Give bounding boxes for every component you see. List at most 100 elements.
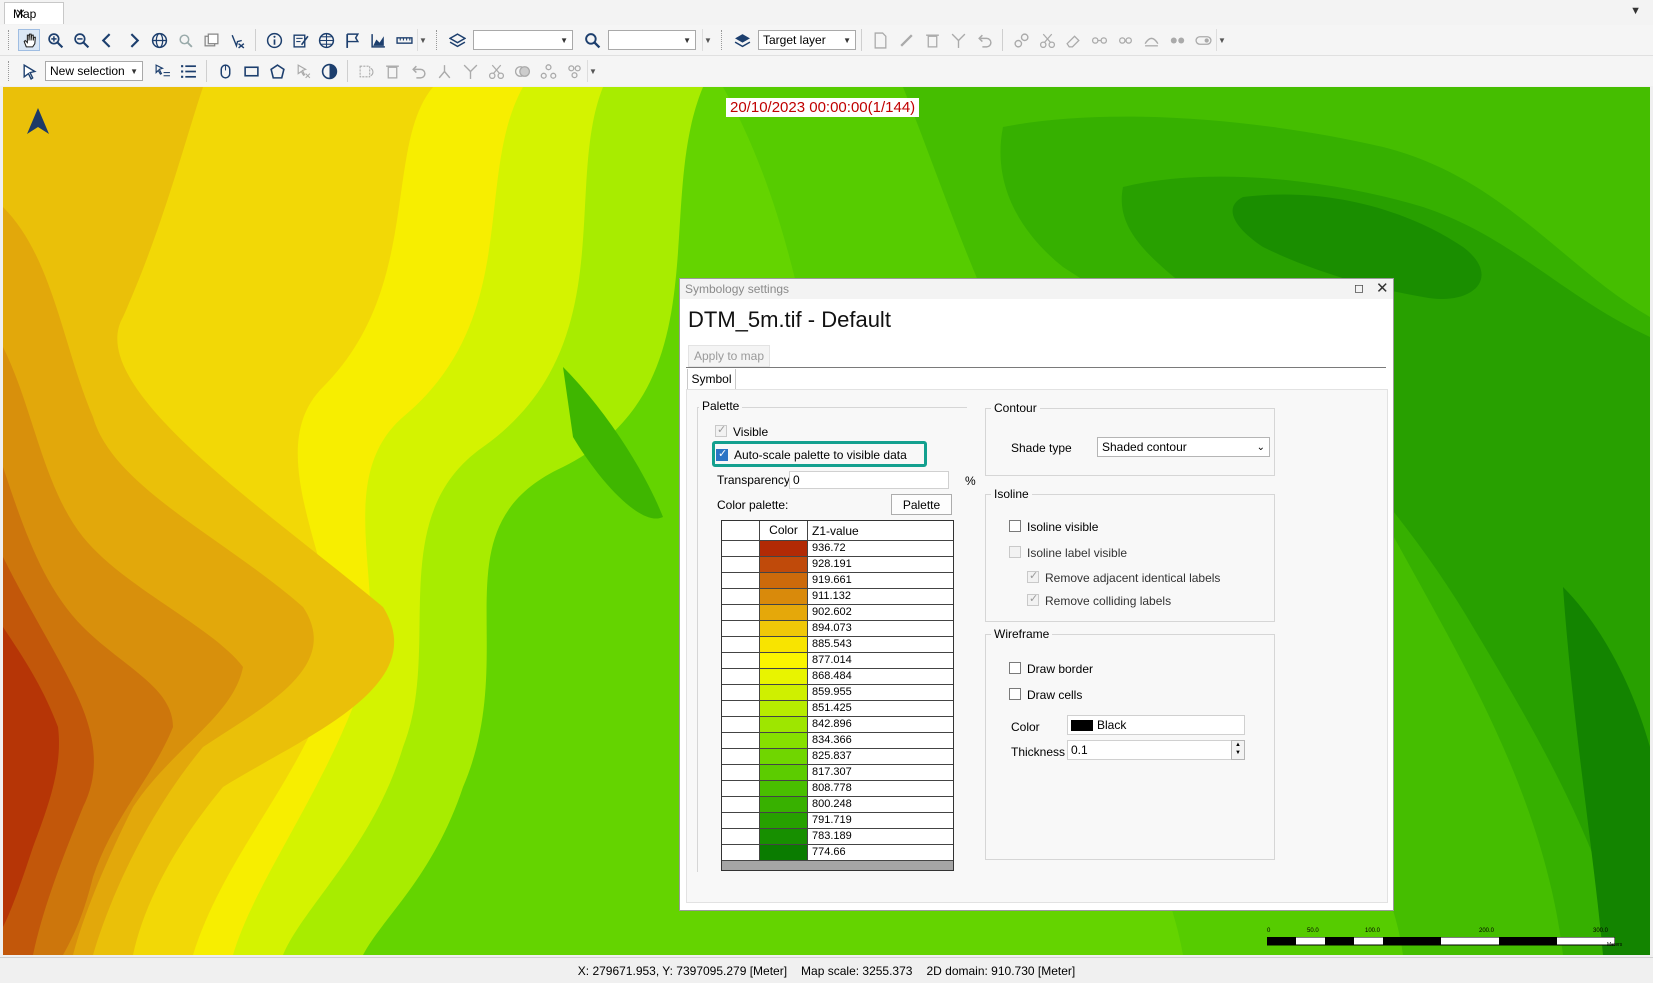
toolbar-grip[interactable]: [8, 30, 12, 50]
palette-row[interactable]: 817.307: [722, 765, 953, 781]
maximize-icon[interactable]: ◻: [1354, 281, 1364, 295]
undo-selection-icon[interactable]: [407, 60, 429, 82]
vertex-add-icon[interactable]: [1114, 29, 1136, 51]
cut-selection-icon[interactable]: [485, 60, 507, 82]
grid-globe-icon[interactable]: [315, 29, 337, 51]
palette-z-value[interactable]: 851.425: [812, 702, 852, 714]
palette-z-value[interactable]: 808.778: [812, 782, 852, 794]
palette-color-swatch[interactable]: [760, 733, 808, 748]
palette-color-swatch[interactable]: [760, 589, 808, 604]
select-arrow-icon[interactable]: [18, 60, 40, 82]
palette-color-swatch[interactable]: [760, 845, 808, 860]
chevron-down-icon[interactable]: ▼: [1630, 5, 1641, 17]
curve-icon[interactable]: [1140, 29, 1162, 51]
zoom-out-icon[interactable]: [70, 29, 92, 51]
palette-z-value[interactable]: 911.132: [812, 590, 851, 602]
palette-row[interactable]: 877.014: [722, 653, 953, 669]
toolbar-overflow-icon[interactable]: ▼: [417, 29, 428, 51]
palette-z-value[interactable]: 859.955: [812, 686, 852, 698]
thickness-spinner[interactable]: ▲ ▼: [1231, 740, 1245, 760]
palette-z-value[interactable]: 885.543: [812, 638, 852, 650]
palette-row[interactable]: 894.073: [722, 621, 953, 637]
palette-row[interactable]: 868.484: [722, 669, 953, 685]
palette-color-swatch[interactable]: [760, 621, 808, 636]
palette-z-value[interactable]: 919.661: [812, 574, 852, 586]
draw-cells-checkbox[interactable]: [1009, 688, 1021, 700]
palette-color-swatch[interactable]: [760, 557, 808, 572]
remove-colliding-checkbox[interactable]: ✓: [1027, 593, 1039, 606]
palette-z-value[interactable]: 791.719: [812, 814, 852, 826]
palette-button[interactable]: Palette: [891, 494, 952, 515]
layers-icon[interactable]: [446, 29, 468, 51]
clear-selection-icon[interactable]: [226, 29, 248, 51]
shade-type-select[interactable]: Shaded contour ⌄: [1097, 437, 1270, 457]
branch-icon[interactable]: [459, 60, 481, 82]
flag-icon[interactable]: [341, 29, 363, 51]
spin-down-icon[interactable]: ▼: [1232, 749, 1244, 757]
isoline-visible-checkbox[interactable]: [1009, 520, 1021, 532]
palette-row[interactable]: 842.896: [722, 717, 953, 733]
scissors-icon[interactable]: [1036, 29, 1058, 51]
wire-color-picker[interactable]: Black: [1067, 715, 1245, 735]
palette-row[interactable]: 774.66: [722, 845, 953, 861]
palette-row[interactable]: 800.248: [722, 797, 953, 813]
toolbar-overflow-icon[interactable]: ▼: [587, 60, 598, 82]
palette-z-value[interactable]: 894.073: [812, 622, 852, 634]
palette-z-value[interactable]: 928.191: [812, 558, 852, 570]
palette-color-swatch[interactable]: [760, 781, 808, 796]
palette-color-swatch[interactable]: [760, 749, 808, 764]
palette-row[interactable]: 825.837: [722, 749, 953, 765]
palette-row[interactable]: 885.543: [722, 637, 953, 653]
measure-ruler-icon[interactable]: [393, 29, 415, 51]
palette-row[interactable]: 783.189: [722, 829, 953, 845]
selection-mode-combo[interactable]: New selection ▼: [45, 61, 143, 81]
select-filter-icon[interactable]: [151, 60, 173, 82]
palette-z-value[interactable]: 774.66: [812, 846, 846, 858]
toolbar-grip[interactable]: [436, 30, 440, 50]
eraser-icon[interactable]: [1062, 29, 1084, 51]
visible-checkbox[interactable]: ✓: [715, 424, 727, 437]
toolbar-overflow-icon[interactable]: ▼: [702, 29, 713, 51]
polygon-select-icon[interactable]: [266, 60, 288, 82]
toolbar-overflow-icon[interactable]: ▼: [1216, 29, 1227, 51]
isoline-label-visible-checkbox[interactable]: [1009, 546, 1021, 558]
merge-points-icon[interactable]: [1166, 29, 1188, 51]
palette-color-swatch[interactable]: [760, 541, 808, 556]
vertex-line-icon[interactable]: [1088, 29, 1110, 51]
palette-color-swatch[interactable]: [760, 573, 808, 588]
transparency-input[interactable]: 0: [789, 471, 949, 489]
palette-z-value[interactable]: 800.248: [812, 798, 852, 810]
target-layer-combo[interactable]: Target layer ▼: [758, 30, 856, 50]
palette-z-value[interactable]: 868.484: [812, 670, 852, 682]
search-combo[interactable]: ▼: [608, 30, 696, 50]
palette-z-value[interactable]: 842.896: [812, 718, 852, 730]
spin-up-icon[interactable]: ▲: [1232, 741, 1244, 749]
palette-z-value[interactable]: 825.837: [812, 750, 852, 762]
snap-icon[interactable]: [1010, 29, 1032, 51]
palette-row[interactable]: 902.602: [722, 605, 953, 621]
split-icon[interactable]: [947, 29, 969, 51]
layer-combo[interactable]: ▼: [473, 30, 573, 50]
trash-icon[interactable]: [921, 29, 943, 51]
network-icon[interactable]: [537, 60, 559, 82]
target-layer-icon[interactable]: [731, 29, 753, 51]
pan-hand-icon[interactable]: [18, 29, 40, 51]
invert-selection-icon[interactable]: [318, 60, 340, 82]
palette-z-value[interactable]: 783.189: [812, 830, 852, 842]
palette-z-value[interactable]: 834.366: [812, 734, 852, 746]
search-icon[interactable]: [581, 29, 603, 51]
rectangle-select-icon[interactable]: [240, 60, 262, 82]
palette-z-value[interactable]: 877.014: [812, 654, 852, 666]
palette-color-swatch[interactable]: [760, 829, 808, 844]
palette-color-swatch[interactable]: [760, 797, 808, 812]
new-feature-icon[interactable]: [869, 29, 891, 51]
undo-icon[interactable]: [973, 29, 995, 51]
toolbar-grip[interactable]: [721, 30, 725, 50]
palette-color-swatch[interactable]: [760, 717, 808, 732]
list-icon[interactable]: [177, 60, 199, 82]
remove-adjacent-checkbox[interactable]: ✓: [1027, 570, 1039, 583]
globe-icon[interactable]: [148, 29, 170, 51]
info-icon[interactable]: [263, 29, 285, 51]
apply-to-map-button[interactable]: Apply to map: [688, 345, 770, 367]
zoom-in-icon[interactable]: [44, 29, 66, 51]
